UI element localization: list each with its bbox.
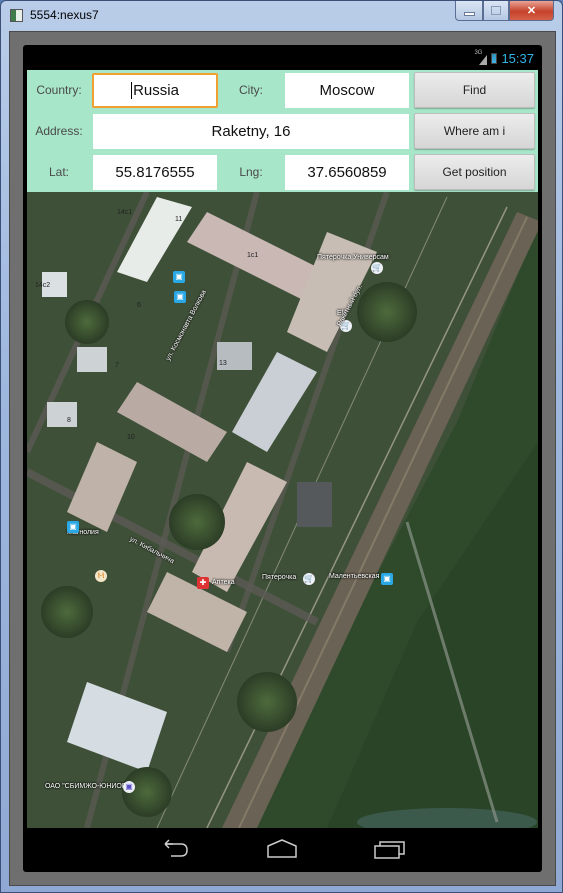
emulator-window: 5554:nexus7 ✕ 3G 15:37 Country: Russia C… xyxy=(0,0,563,893)
text-caret xyxy=(131,82,133,99)
android-status-bar: 3G 15:37 xyxy=(23,45,542,70)
country-value: Russia xyxy=(133,82,179,99)
form-row-address: Address: Raketny, 16 Where am i xyxy=(27,111,538,151)
building-number: 7 xyxy=(115,362,119,369)
find-button[interactable]: Find xyxy=(414,72,535,108)
country-input[interactable]: Russia xyxy=(92,73,218,108)
address-label: Address: xyxy=(35,124,83,138)
country-label: Country: xyxy=(36,83,82,97)
device-screen: 3G 15:37 Country: Russia City: Moscow Fi… xyxy=(23,45,542,872)
recent-apps-icon[interactable] xyxy=(373,838,407,860)
bus-stop-icon[interactable]: ▣ xyxy=(173,271,185,283)
building-number: 14с1 xyxy=(117,209,133,216)
form-row-country-city: Country: Russia City: Moscow Find xyxy=(27,70,538,110)
building-number: 11 xyxy=(175,216,183,223)
form-row-coordinates: Lat: 55.8176555 Lng: 37.6560859 Get posi… xyxy=(27,152,538,192)
clock: 15:37 xyxy=(501,51,534,66)
city-input[interactable]: Moscow xyxy=(285,73,409,108)
lng-input[interactable]: 37.6560859 xyxy=(285,155,409,190)
bus-stop-icon[interactable]: ▣ xyxy=(174,291,186,303)
restaurant-icon[interactable]: Ⲙ xyxy=(95,570,107,582)
maximize-button[interactable] xyxy=(483,1,509,21)
map-imagery xyxy=(27,192,538,828)
maximize-icon xyxy=(491,6,501,15)
city-label: City: xyxy=(239,83,263,97)
building-number: 8 xyxy=(67,417,71,424)
address-input[interactable]: Raketny, 16 xyxy=(93,114,409,149)
where-am-i-button[interactable]: Where am i xyxy=(414,113,535,149)
lat-label: Lat: xyxy=(48,165,69,179)
back-icon[interactable] xyxy=(159,838,193,860)
get-position-button[interactable]: Get position xyxy=(414,154,535,190)
android-nav-bar xyxy=(23,828,542,872)
shop-icon[interactable]: 🛒 xyxy=(303,573,315,585)
title-bar[interactable]: 5554:nexus7 ✕ xyxy=(1,1,562,31)
close-icon: ✕ xyxy=(526,5,537,17)
pharmacy-icon[interactable]: ✚ xyxy=(197,577,209,589)
battery-icon xyxy=(491,53,498,64)
building-number: 14с2 xyxy=(35,282,51,289)
map-label-station: Малентьевская xyxy=(329,573,380,580)
signal-icon: 3G xyxy=(474,50,488,65)
bus-stop-icon[interactable]: ▣ xyxy=(67,521,79,533)
building-number: 1с1 xyxy=(247,252,259,259)
satellite-map[interactable]: Пятерочка Универсам 🛒 Ell 🛒 Магнолия Ⲙ у… xyxy=(27,192,538,828)
train-station-icon[interactable]: ▣ xyxy=(381,573,393,585)
building-number: 10 xyxy=(127,434,135,441)
close-button[interactable]: ✕ xyxy=(509,1,554,21)
window-title: 5554:nexus7 xyxy=(30,8,99,22)
lat-input[interactable]: 55.8176555 xyxy=(93,155,217,190)
lng-label: Lng: xyxy=(239,165,263,179)
briefcase-icon[interactable]: ▣ xyxy=(123,781,135,793)
map-label-shop: Пятерочка xyxy=(262,574,297,581)
shop-icon[interactable]: 🛒 xyxy=(371,262,383,274)
city-value: Moscow xyxy=(319,82,375,99)
building-number: 6 xyxy=(137,302,141,309)
lat-value: 55.8176555 xyxy=(115,164,195,181)
lng-value: 37.6560859 xyxy=(307,164,387,181)
map-label-bank: ОАО "СБИМЖО-ЮНИОР" xyxy=(45,783,130,790)
building-number: 13 xyxy=(219,360,227,367)
minimize-button[interactable] xyxy=(455,1,483,21)
minimize-icon xyxy=(463,11,475,16)
location-form: Country: Russia City: Moscow Find Addres… xyxy=(27,70,538,192)
home-icon[interactable] xyxy=(265,838,299,860)
map-label-shop: Пятерочка Универсам xyxy=(317,254,389,261)
map-label-pharmacy: Аптека xyxy=(212,579,235,586)
app-icon xyxy=(10,9,23,22)
address-value: Raketny, 16 xyxy=(211,123,291,140)
